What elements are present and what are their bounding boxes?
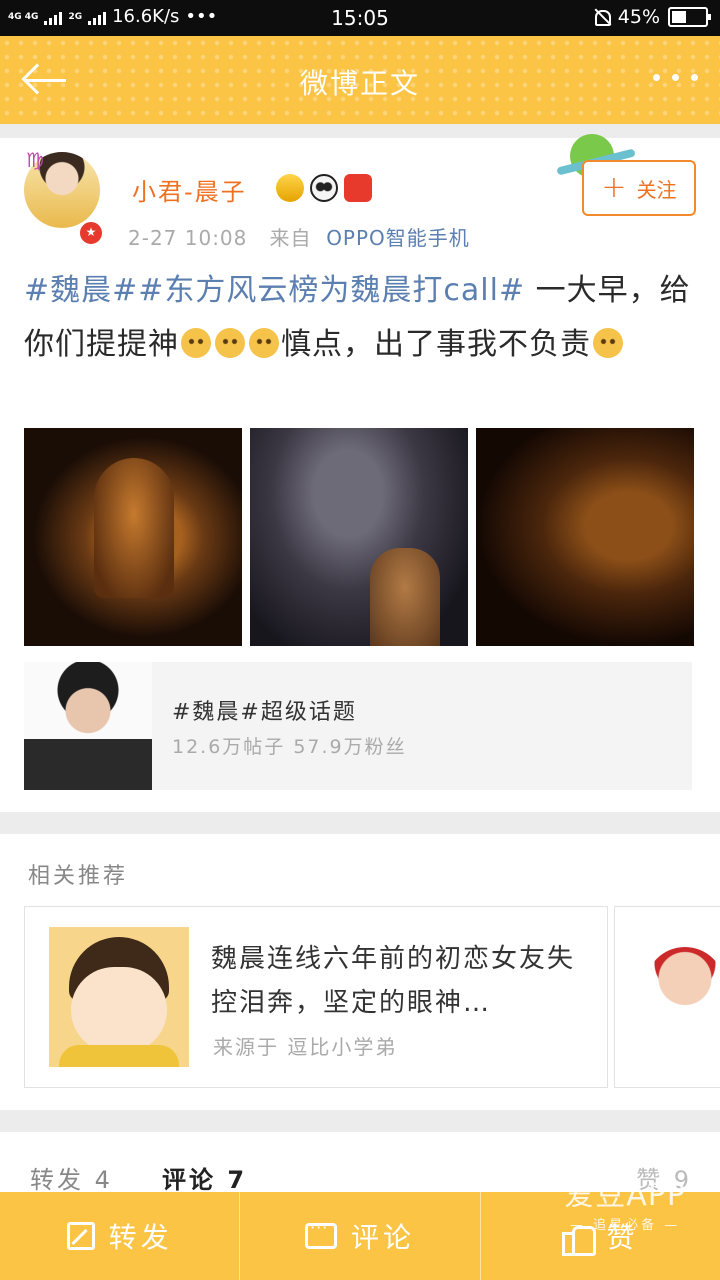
doge-emoji-icon [215,328,245,358]
repost-label: 转发 [108,1221,173,1254]
repost-button[interactable]: 转发 [0,1192,241,1280]
follow-button[interactable]: + 关注 [582,160,696,216]
comment-label: 评论 [350,1221,415,1254]
app-header: 微博正文 [0,36,720,124]
watermark-main: 爱豆APP [564,1178,686,1213]
post-meta: 2-27 10:08 来自 OPPO智能手机 [128,222,470,251]
photo-grid [24,428,696,646]
recommendation-thumbnail [49,927,189,1067]
battery-percent: 45% [617,6,660,28]
super-topic-card[interactable]: #魏晨#超级话题 12.6万帖子 57.9万粉丝 [24,662,692,790]
recommendation-title: 魏晨连线六年前的初恋女友失控泪奔，坚定的眼神… [211,944,576,1018]
recommendation-card[interactable]: 魏晨连线六年前的初恋女友失控泪奔，坚定的眼神… 来源于 逗比小学弟 [24,906,608,1088]
post-source[interactable]: OPPO智能手机 [326,226,470,250]
status-bar: 4G 4G 2G 16.6K/s ••• 15:05 45% [0,0,720,36]
share-icon [66,1222,95,1250]
post-photo[interactable] [24,428,242,646]
follow-label: 关注 [636,177,677,202]
cover-face-emoji-icon [593,328,623,358]
recommendation-card[interactable] [614,906,720,1088]
watermark-sub: — 追星必备 — [570,1218,681,1233]
more-options-icon[interactable] [653,74,698,81]
battery-icon [668,7,711,27]
related-section: 相关推荐 魏晨连线六年前的初恋女友失控泪奔，坚定的眼神… 来源于 逗比小学弟 [0,834,720,1110]
source-prefix: 来自 [269,226,312,250]
avatar-decoration-icon: ♍ [26,148,44,172]
topic-thumbnail [24,662,152,790]
mute-bell-icon [592,8,611,26]
post-text-part2: 慎点，出了事我不负责 [281,327,591,362]
doge-emoji-icon [249,328,279,358]
repost-count-tab[interactable]: 转发 4 [30,1160,113,1195]
post-photo[interactable] [476,428,694,646]
post-photo[interactable] [250,428,468,646]
red-packet-icon [344,174,372,202]
plus-icon: + [601,170,627,205]
topic-title: #魏晨#超级话题 [172,700,357,725]
comment-count-tab[interactable]: 评论 7 [162,1160,247,1195]
post-timestamp: 2-27 10:08 [128,226,248,250]
topic-stats: 12.6万帖子 57.9万粉丝 [172,736,407,758]
related-title: 相关推荐 [28,864,129,889]
verified-badge-icon: ★ [78,220,104,246]
crown-icon [276,174,304,202]
post-hashtags[interactable]: #魏晨##东方风云榜为魏晨打call# [24,273,525,308]
post-card: ♍ ★ 小君-晨子 2-27 10:08 来自 OPPO智能手机 + 关注 #魏… [0,134,720,812]
username[interactable]: 小君-晨子 [132,172,247,207]
page-title: 微博正文 [299,67,420,100]
comment-icon [304,1218,337,1249]
user-badges [276,174,372,202]
post-text: #魏晨##东方风云榜为魏晨打call# 一大早，给你们提提神 慎点，出了事我不负责 [24,264,700,372]
watermark: 爱豆APP — 追星必备 — [564,1170,686,1233]
doge-emoji-icon [181,328,211,358]
recommendation-thumbnail [645,947,720,1037]
panda-icon [310,174,338,202]
comment-button[interactable]: 评论 [240,1192,481,1280]
status-right: 45% [592,6,711,28]
recommendation-source: 来源于 逗比小学弟 [213,1035,398,1059]
